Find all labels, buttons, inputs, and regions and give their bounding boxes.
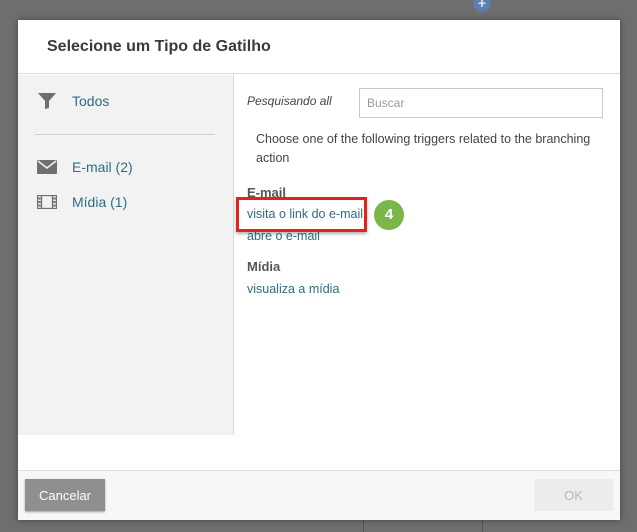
dialog-header: Selecione um Tipo de Gatilho <box>18 20 620 74</box>
search-input[interactable] <box>359 88 603 118</box>
trigger-link-media-view[interactable]: visualiza a mídia <box>247 282 339 296</box>
add-step-icon: + <box>472 0 492 14</box>
dialog-footer: Cancelar OK <box>18 470 620 520</box>
filter-item-label: E-mail (2) <box>72 159 133 175</box>
instructions-text: Choose one of the following triggers rel… <box>256 132 591 165</box>
envelope-icon <box>36 158 58 176</box>
cancel-button[interactable]: Cancelar <box>25 479 105 511</box>
film-icon <box>36 193 58 211</box>
highlight-box <box>236 197 367 232</box>
filter-sidebar: Todos E-mail (2) Mídia (1) <box>18 75 234 435</box>
group-title-media: Mídia <box>247 259 281 274</box>
funnel-icon <box>36 92 58 110</box>
filter-item-all[interactable]: Todos <box>36 89 109 113</box>
ok-button[interactable]: OK <box>534 479 613 511</box>
filter-item-label: Mídia (1) <box>72 194 128 210</box>
step-badge: 4 <box>374 200 404 230</box>
trigger-list-panel: Pesquisando all Choose one of the follow… <box>234 75 620 435</box>
sidebar-divider <box>35 134 215 135</box>
dialog-title: Selecione um Tipo de Gatilho <box>47 38 271 55</box>
search-scope-label: Pesquisando all <box>247 94 332 108</box>
filter-item-email[interactable]: E-mail (2) <box>36 155 133 179</box>
filter-item-media[interactable]: Mídia (1) <box>36 190 127 214</box>
filter-item-label: Todos <box>72 93 110 109</box>
trigger-type-dialog: Selecione um Tipo de Gatilho Todos E-mai… <box>18 20 620 520</box>
